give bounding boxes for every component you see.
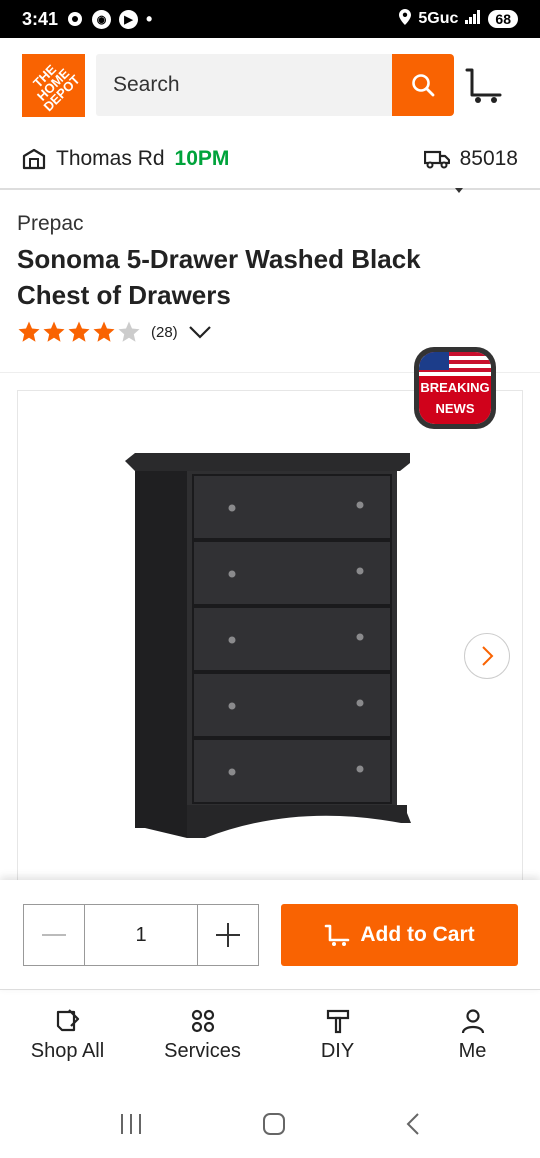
add-to-cart-button[interactable]: Add to Cart bbox=[281, 904, 518, 966]
breaking-news-badge[interactable]: BREAKING NEWS bbox=[414, 347, 496, 429]
product-brand[interactable]: Prepac bbox=[17, 212, 84, 236]
increase-quantity-button[interactable] bbox=[198, 905, 258, 965]
home-depot-logo[interactable]: THE HOME DEPOT bbox=[22, 53, 85, 117]
location-icon bbox=[399, 8, 412, 30]
chrome-notification-icon bbox=[66, 10, 84, 28]
diy-icon bbox=[326, 1009, 349, 1034]
quantity-stepper: 1 bbox=[23, 904, 259, 966]
nav-me[interactable]: Me bbox=[405, 990, 540, 1080]
search-icon bbox=[412, 74, 435, 97]
star-filled-icon bbox=[68, 321, 90, 342]
play-notification-icon: ▶ bbox=[119, 9, 139, 29]
review-count: (28) bbox=[151, 323, 178, 341]
more-notifications-icon: • bbox=[146, 8, 153, 29]
star-filled-icon bbox=[18, 321, 40, 342]
carousel-next-button[interactable] bbox=[464, 633, 510, 679]
minus-icon bbox=[42, 934, 66, 936]
plus-icon bbox=[216, 923, 240, 947]
nav-services[interactable]: Services bbox=[135, 990, 270, 1080]
recent-apps-icon[interactable] bbox=[119, 1113, 143, 1135]
network-type: 5Guc bbox=[418, 10, 459, 27]
services-icon bbox=[191, 1009, 214, 1033]
system-navigation-bar bbox=[0, 1090, 540, 1158]
rating-stars bbox=[17, 320, 142, 344]
chevron-right-icon bbox=[482, 646, 494, 666]
product-image bbox=[125, 453, 411, 838]
status-time: 3:41 bbox=[22, 8, 59, 29]
badge-line-2: NEWS bbox=[435, 401, 475, 416]
store-info-bar[interactable]: Thomas Rd 10PM 85018 bbox=[0, 135, 540, 183]
cart-icon[interactable] bbox=[464, 65, 504, 105]
add-to-cart-bar: 1 Add to Cart bbox=[0, 880, 540, 990]
user-icon bbox=[461, 1009, 484, 1034]
badge-line-1: BREAKING bbox=[420, 380, 490, 395]
product-image-carousel[interactable] bbox=[17, 390, 523, 880]
store-icon bbox=[22, 148, 46, 170]
home-icon[interactable] bbox=[262, 1112, 286, 1136]
caret-down-icon bbox=[455, 188, 463, 193]
search-button[interactable] bbox=[392, 54, 454, 116]
back-icon[interactable] bbox=[405, 1112, 421, 1136]
nav-label: Services bbox=[164, 1040, 241, 1062]
app-notification-icon: ◉ bbox=[92, 9, 112, 29]
search-input[interactable]: Search bbox=[96, 54, 392, 116]
star-empty-icon bbox=[118, 321, 140, 342]
delivery-truck-icon bbox=[423, 150, 450, 169]
nav-label: Shop All bbox=[30, 1040, 105, 1062]
store-name: Thomas Rd bbox=[56, 147, 165, 170]
product-title: Sonoma 5-Drawer Washed Black Chest of Dr… bbox=[17, 244, 421, 310]
store-hours: 10PM bbox=[174, 147, 230, 170]
cart-icon bbox=[325, 924, 350, 946]
nav-diy[interactable]: DIY bbox=[270, 990, 405, 1080]
chevron-down-icon[interactable] bbox=[188, 324, 212, 340]
nav-label: DIY bbox=[320, 1040, 355, 1062]
add-to-cart-label: Add to Cart bbox=[360, 923, 475, 946]
decrease-quantity-button[interactable] bbox=[24, 905, 84, 965]
header: THE HOME DEPOT Search bbox=[0, 38, 540, 132]
bottom-navigation: Shop All Services DIY Me bbox=[0, 990, 540, 1080]
search-placeholder: Search bbox=[113, 73, 180, 96]
delivery-zip[interactable]: 85018 bbox=[423, 147, 518, 171]
quantity-input[interactable]: 1 bbox=[84, 905, 198, 965]
signal-icon bbox=[465, 9, 481, 29]
battery-indicator: 68 bbox=[488, 10, 518, 28]
shop-all-icon bbox=[56, 1009, 79, 1032]
star-filled-icon bbox=[43, 321, 65, 342]
rating-summary[interactable]: (28) bbox=[17, 320, 212, 344]
zip-code: 85018 bbox=[459, 147, 518, 170]
nav-label: Me bbox=[458, 1040, 487, 1062]
status-bar: 3:41 ◉ ▶ • 5Guc 68 bbox=[0, 0, 540, 38]
nav-shop-all[interactable]: Shop All bbox=[0, 990, 135, 1080]
star-filled-icon bbox=[93, 321, 115, 342]
logo-text: THE HOME DEPOT bbox=[30, 61, 83, 115]
